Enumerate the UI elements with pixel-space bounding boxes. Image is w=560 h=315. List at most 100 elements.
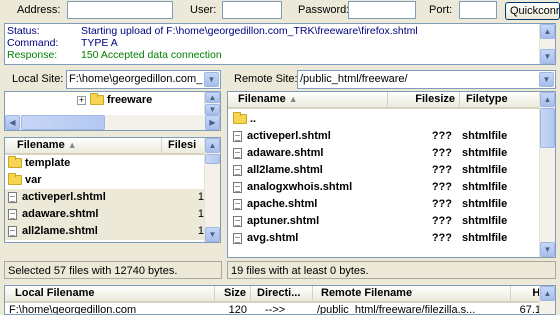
tree-scroll-right-icon[interactable]: ▶	[205, 115, 220, 130]
remote-file-list[interactable]: Filename ▲ Filesize Filetype .. activeper…	[227, 91, 556, 258]
local-site-path: F:\home\georgedillon.com_	[69, 73, 203, 85]
remote-file-type: shtmlfile	[462, 181, 508, 193]
local-list-scroll-down-icon[interactable]: ▼	[205, 227, 220, 242]
message-log[interactable]: Status: Starting upload of F:\home\george…	[4, 23, 556, 65]
queue-scroll-up-icon[interactable]: ▲	[540, 286, 555, 301]
remote-list-scroll-up-icon[interactable]: ▲	[540, 92, 555, 107]
remote-col-filesize[interactable]: Filesize	[388, 92, 460, 107]
local-file-size: 1	[197, 191, 204, 203]
quickconnect-button[interactable]: Quickconnect	[505, 2, 560, 20]
file-icon	[8, 191, 17, 203]
user-label: User:	[190, 4, 217, 16]
tree-item-freeware[interactable]: freeware	[90, 93, 152, 108]
log-line-text: Starting upload of F:\home\georgedillon.…	[81, 25, 418, 37]
local-file-name: all2lame.shtml	[22, 225, 98, 237]
tree-scroll-thumb[interactable]	[21, 115, 105, 130]
queue-size: 120	[228, 304, 247, 315]
queue-col-remote-filename[interactable]: Remote Filename	[313, 286, 511, 301]
local-file-row[interactable]: activeperl.shtml 1	[5, 189, 205, 206]
local-col-filesize[interactable]: Filesi	[162, 138, 206, 153]
log-scroll-down-icon[interactable]: ▼	[540, 49, 555, 64]
remote-file-row[interactable]: all2lame.shtml??? shtmlfile	[228, 162, 540, 179]
remote-col-filetype[interactable]: Filetype	[460, 92, 540, 107]
remote-file-row[interactable]: avg.shtml??? shtmlfile	[228, 230, 540, 247]
tree-expand-icon[interactable]: +	[77, 96, 86, 105]
tree-scroll-up-icon[interactable]: ▲	[205, 92, 220, 103]
remote-col-filename[interactable]: Filename ▲	[228, 92, 388, 107]
queue-scrollbar[interactable]: ▲	[539, 286, 555, 314]
queue-local-filename: F:\home\georgedillon.com_	[9, 304, 143, 315]
file-icon	[8, 208, 17, 220]
log-scroll-up-icon[interactable]: ▲	[540, 24, 555, 39]
local-list-scrollbar[interactable]: ▲ ▼	[204, 138, 220, 242]
queue-col-size[interactable]: Size	[215, 286, 251, 301]
file-icon	[233, 164, 242, 176]
remote-file-name: activeperl.shtml	[247, 130, 331, 142]
remote-file-size: ???	[431, 232, 452, 244]
file-icon	[233, 181, 242, 193]
local-file-list[interactable]: Filename ▲ Filesi template var activeperl.…	[4, 137, 221, 243]
queue-remote-filename: /public_html/freeware/filezilla.s...	[317, 304, 476, 315]
remote-file-row[interactable]: apache.shtml??? shtmlfile	[228, 196, 540, 213]
file-icon	[233, 215, 242, 227]
remote-file-type: shtmlfile	[462, 232, 508, 244]
queue-row[interactable]: F:\home\georgedillon.com_ 120 -->> /public_…	[5, 302, 541, 315]
remote-file-row[interactable]: aptuner.shtml??? shtmlfile	[228, 213, 540, 230]
local-file-row[interactable]: var	[5, 172, 205, 189]
log-line: Command: TYPE A	[7, 37, 118, 49]
remote-list-scrollbar[interactable]: ▲ ▼	[539, 92, 555, 257]
remote-status-bar: 19 files with at least 0 bytes.	[227, 261, 556, 279]
local-file-size: 1	[197, 225, 204, 237]
remote-site-dropdown-icon[interactable]: ▼	[539, 72, 554, 87]
log-scrollbar[interactable]: ▲ ▼	[539, 24, 555, 64]
local-site-combo[interactable]: F:\home\georgedillon.com_ ▼	[66, 70, 221, 89]
remote-file-name: all2lame.shtml	[247, 164, 323, 176]
log-line-type: Response:	[7, 49, 58, 61]
remote-file-row[interactable]: activeperl.shtml??? shtmlfile	[228, 128, 540, 145]
local-file-row[interactable]: template	[5, 155, 205, 172]
sort-asc-icon: ▲	[288, 94, 298, 104]
tree-scroll-left-icon[interactable]: ◀	[5, 115, 20, 130]
remote-file-row[interactable]: adaware.shtml??? shtmlfile	[228, 145, 540, 162]
local-list-scroll-up-icon[interactable]: ▲	[205, 138, 220, 153]
local-file-name: adaware.shtml	[22, 208, 99, 220]
log-line-type: Status:	[7, 25, 40, 37]
file-icon	[233, 198, 242, 210]
local-file-row[interactable]: all2lame.shtml 1	[5, 223, 205, 240]
tree-horizontal-scrollbar[interactable]: ◀ ▶	[5, 115, 220, 130]
queue-col-direction[interactable]: Directi...	[251, 286, 313, 301]
folder-icon	[90, 93, 104, 106]
local-site-label: Local Site:	[12, 73, 64, 85]
remote-file-size: ???	[431, 147, 452, 159]
remote-site-combo[interactable]: /public_html/freeware/ ▼	[297, 70, 556, 89]
local-site-dropdown-icon[interactable]: ▼	[204, 72, 219, 87]
local-col-filename[interactable]: Filename ▲	[5, 138, 162, 153]
local-file-row[interactable]: adaware.shtml 1	[5, 206, 205, 223]
port-input[interactable]	[459, 1, 497, 19]
log-line-type: Command:	[7, 37, 59, 49]
queue-col-local-filename[interactable]: Local Filename	[5, 286, 215, 301]
local-status-bar: Selected 57 files with 12740 bytes.	[4, 261, 222, 279]
remote-list-scroll-down-icon[interactable]: ▼	[540, 242, 555, 257]
password-input[interactable]	[348, 1, 416, 19]
transfer-queue[interactable]: Local Filename Size Directi... Remote Fi…	[4, 285, 556, 315]
local-list-scroll-thumb[interactable]	[205, 154, 220, 164]
remote-file-row[interactable]: analogxwhois.shtml??? shtmlfile	[228, 179, 540, 196]
tree-vertical-scrollbar[interactable]: ▲ ▼	[204, 92, 220, 115]
folder-icon	[233, 112, 247, 125]
tree-scroll-down-icon[interactable]: ▼	[205, 104, 220, 115]
remote-file-name: analogxwhois.shtml	[247, 181, 353, 193]
queue-host: 67.1	[519, 304, 541, 315]
remote-list-scroll-thumb[interactable]	[540, 108, 555, 148]
remote-file-size: ???	[431, 164, 452, 176]
remote-file-size: ???	[431, 198, 452, 210]
address-input[interactable]	[67, 1, 173, 19]
remote-file-name: apache.shtml	[247, 198, 318, 210]
remote-file-row[interactable]: ..	[228, 111, 540, 128]
user-input[interactable]	[222, 1, 282, 19]
local-folder-tree[interactable]: + freeware ▲ ▼ ◀ ▶	[4, 91, 221, 131]
file-icon	[233, 232, 242, 244]
port-label: Port:	[429, 4, 453, 16]
remote-file-size: ???	[431, 215, 452, 227]
remote-file-name: aptuner.shtml	[247, 215, 320, 227]
